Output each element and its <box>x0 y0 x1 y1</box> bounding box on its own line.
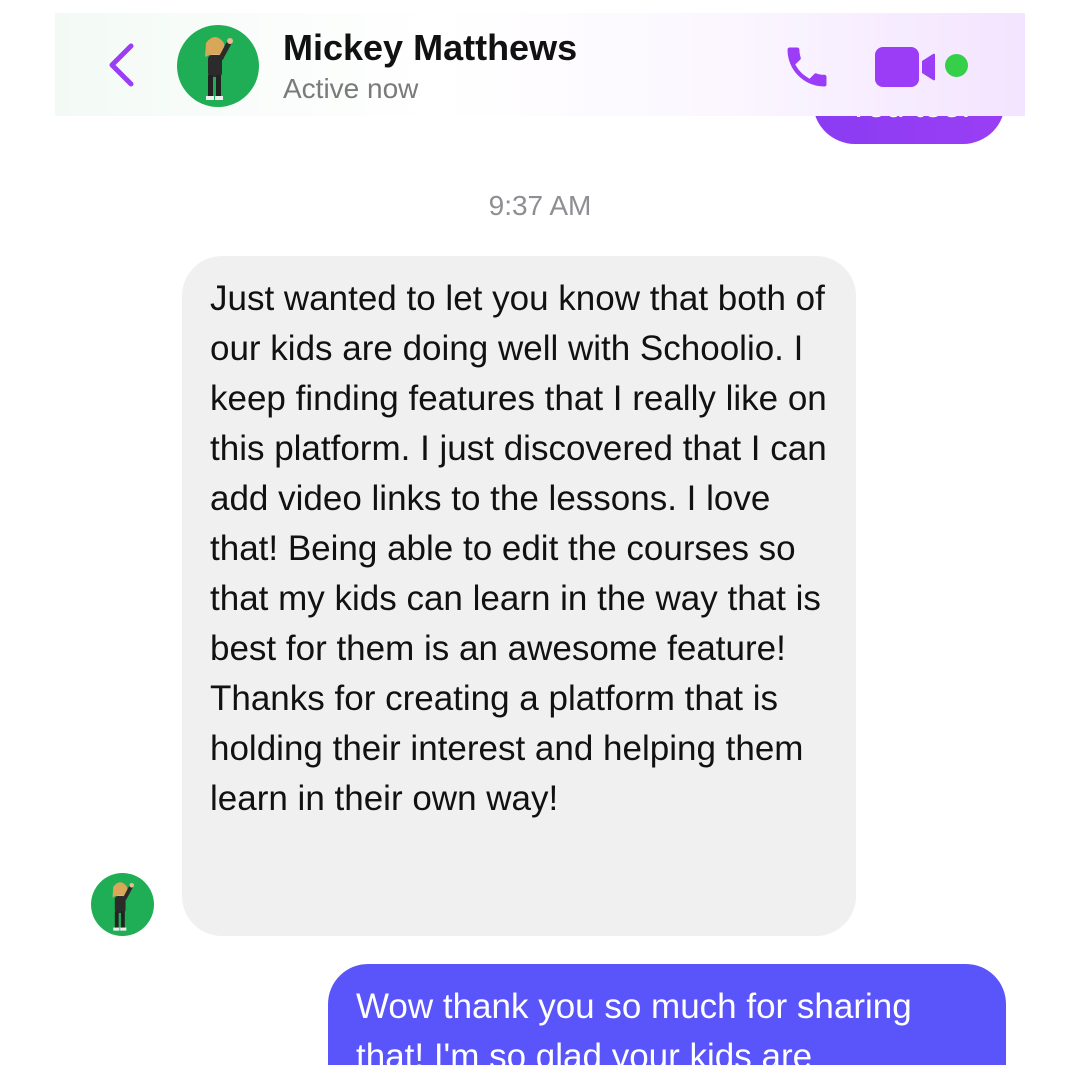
chat-view: You too! Mickey Matthews Active now <box>55 0 1025 1065</box>
chevron-left-icon <box>109 43 134 87</box>
contact-avatar[interactable] <box>177 25 259 107</box>
back-button[interactable] <box>103 41 143 89</box>
sender-avatar[interactable] <box>91 873 154 936</box>
voice-call-button[interactable] <box>781 41 833 93</box>
video-call-button[interactable] <box>875 47 937 87</box>
video-camera-icon <box>875 47 935 87</box>
conversation-header: Mickey Matthews Active now <box>55 13 1025 116</box>
online-indicator <box>945 54 968 77</box>
message-timestamp: 9:37 AM <box>488 190 592 221</box>
phone-icon <box>787 47 827 87</box>
outgoing-message-bubble[interactable]: Wow thank you so much for sharing that! … <box>328 964 1006 1065</box>
incoming-message-bubble[interactable]: Just wanted to let you know that both of… <box>182 256 856 936</box>
contact-name[interactable]: Mickey Matthews <box>283 27 577 69</box>
active-status: Active now <box>283 73 419 104</box>
